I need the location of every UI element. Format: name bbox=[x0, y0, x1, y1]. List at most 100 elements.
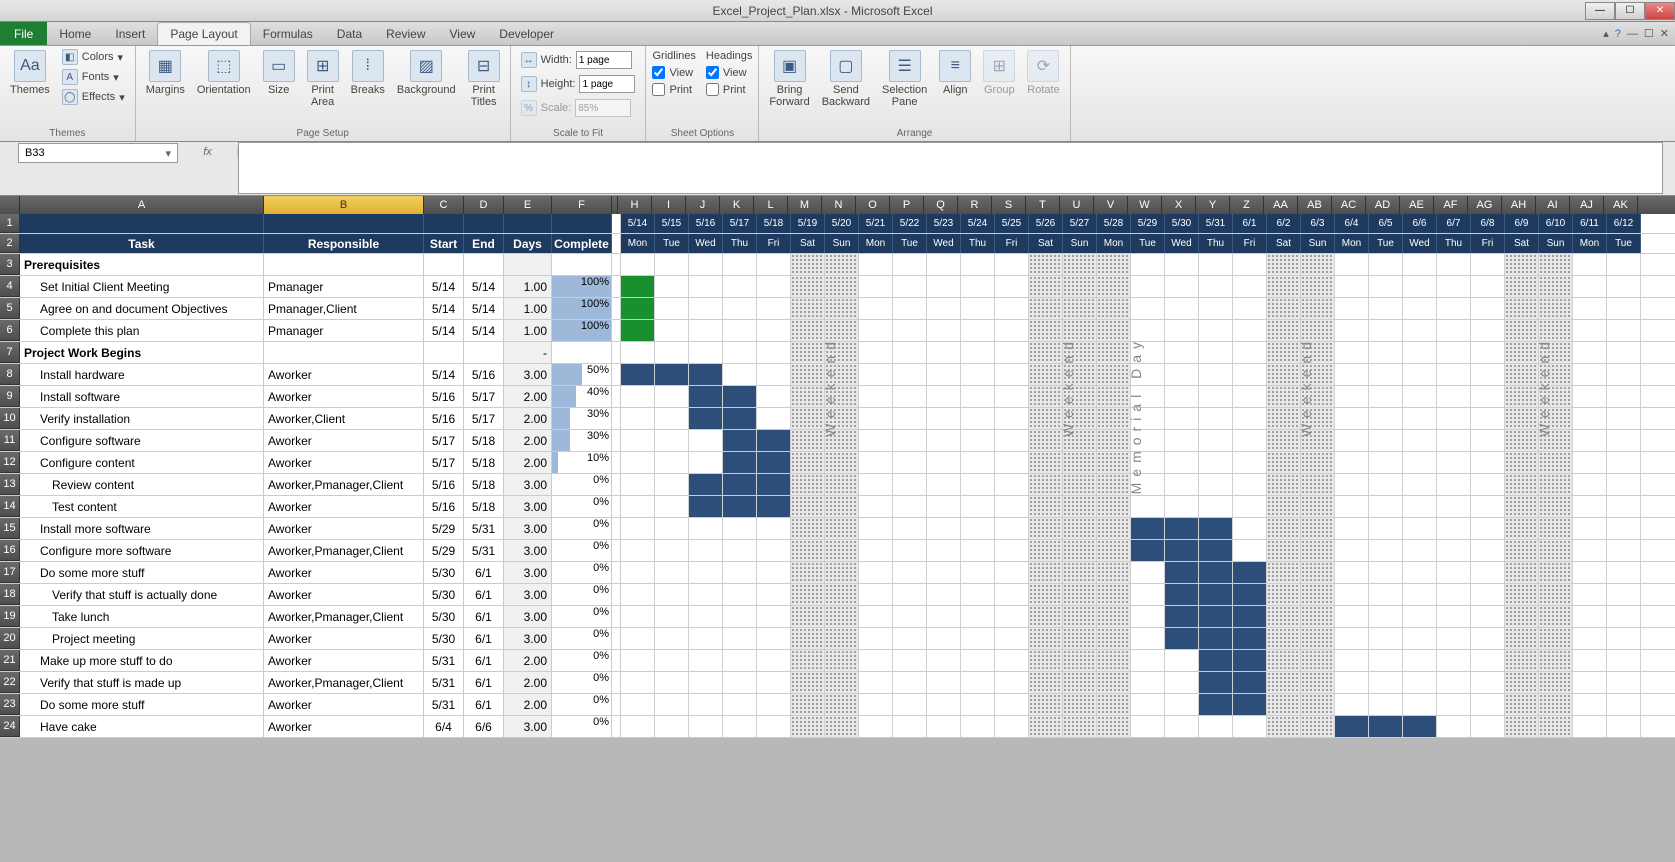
cell[interactable]: 5/25 bbox=[995, 214, 1029, 233]
gantt-cell[interactable] bbox=[1369, 298, 1403, 319]
row-7[interactable]: 7 bbox=[0, 342, 20, 363]
gantt-cell[interactable] bbox=[961, 518, 995, 539]
cell[interactable]: 0% bbox=[552, 496, 612, 517]
printtitles-button[interactable]: ⊟Print Titles bbox=[464, 48, 504, 110]
gantt-cell[interactable] bbox=[1233, 518, 1267, 539]
gantt-cell[interactable] bbox=[621, 474, 655, 495]
gantt-cell[interactable] bbox=[1403, 474, 1437, 495]
cell[interactable]: 5/23 bbox=[927, 214, 961, 233]
gantt-cell[interactable] bbox=[1573, 650, 1607, 671]
gantt-cell[interactable] bbox=[1403, 408, 1437, 429]
minimize-button[interactable]: — bbox=[1585, 2, 1615, 20]
cell[interactable]: 5/14 bbox=[464, 276, 504, 297]
ribbon-minimize-icon[interactable]: ▴ bbox=[1603, 27, 1609, 40]
gantt-cell[interactable] bbox=[1335, 452, 1369, 473]
gantt-cell[interactable] bbox=[1403, 584, 1437, 605]
cell[interactable]: Verify that stuff is made up bbox=[20, 672, 264, 693]
gantt-cell[interactable] bbox=[621, 496, 655, 517]
tab-page-layout[interactable]: Page Layout bbox=[157, 22, 250, 45]
gantt-cell[interactable] bbox=[1573, 584, 1607, 605]
gantt-cell[interactable] bbox=[1029, 474, 1063, 495]
gantt-cell[interactable] bbox=[825, 562, 859, 583]
gantt-cell[interactable] bbox=[1165, 342, 1199, 363]
cell[interactable]: 5/26 bbox=[1029, 214, 1063, 233]
gantt-cell[interactable] bbox=[791, 518, 825, 539]
cell[interactable] bbox=[612, 386, 621, 407]
cell[interactable]: 6/9 bbox=[1505, 214, 1539, 233]
gantt-cell[interactable] bbox=[1199, 562, 1233, 583]
gantt-cell[interactable] bbox=[1335, 364, 1369, 385]
gantt-cell[interactable] bbox=[757, 584, 791, 605]
gantt-cell[interactable] bbox=[927, 650, 961, 671]
cell[interactable]: 0% bbox=[552, 650, 612, 671]
col-S[interactable]: S bbox=[992, 196, 1026, 214]
gantt-cell[interactable] bbox=[893, 298, 927, 319]
cell[interactable]: Fri bbox=[1471, 234, 1505, 253]
cell[interactable]: 5/16 bbox=[689, 214, 723, 233]
gantt-cell[interactable] bbox=[859, 254, 893, 275]
cell[interactable]: 2.00 bbox=[504, 386, 552, 407]
gantt-cell[interactable] bbox=[1165, 452, 1199, 473]
cell[interactable]: 100% bbox=[552, 298, 612, 319]
gantt-cell[interactable] bbox=[1505, 430, 1539, 451]
gantt-cell[interactable] bbox=[1131, 298, 1165, 319]
cell[interactable]: 6/3 bbox=[1301, 214, 1335, 233]
col-A[interactable]: A bbox=[20, 196, 264, 214]
cell[interactable]: 6/1 bbox=[464, 694, 504, 715]
cell[interactable]: Sun bbox=[1301, 234, 1335, 253]
gantt-cell[interactable] bbox=[1403, 562, 1437, 583]
gantt-cell[interactable] bbox=[1165, 430, 1199, 451]
gantt-cell[interactable] bbox=[1539, 694, 1573, 715]
col-Z[interactable]: Z bbox=[1230, 196, 1264, 214]
tab-review[interactable]: Review bbox=[374, 22, 437, 45]
gantt-cell[interactable] bbox=[1063, 584, 1097, 605]
gantt-cell[interactable] bbox=[1199, 606, 1233, 627]
col-H[interactable]: H bbox=[618, 196, 652, 214]
gantt-cell[interactable] bbox=[1267, 672, 1301, 693]
col-AI[interactable]: AI bbox=[1536, 196, 1570, 214]
gantt-cell[interactable] bbox=[961, 342, 995, 363]
gantt-cell[interactable] bbox=[961, 606, 995, 627]
cell[interactable]: 6/6 bbox=[464, 716, 504, 737]
gantt-cell[interactable] bbox=[1063, 562, 1097, 583]
gantt-cell[interactable] bbox=[1097, 276, 1131, 297]
gantt-cell[interactable] bbox=[1539, 628, 1573, 649]
gantt-cell[interactable] bbox=[927, 716, 961, 737]
gantt-cell[interactable] bbox=[927, 276, 961, 297]
row-12[interactable]: 12 bbox=[0, 452, 20, 473]
cell[interactable]: Install software bbox=[20, 386, 264, 407]
cell[interactable]: Review content bbox=[20, 474, 264, 495]
cell[interactable]: Aworker bbox=[264, 716, 424, 737]
gantt-cell[interactable] bbox=[655, 452, 689, 473]
cell[interactable]: Thu bbox=[961, 234, 995, 253]
gantt-cell[interactable] bbox=[791, 628, 825, 649]
gantt-cell[interactable] bbox=[825, 672, 859, 693]
cell[interactable]: 5/18 bbox=[464, 496, 504, 517]
gantt-cell[interactable] bbox=[1335, 650, 1369, 671]
col-AG[interactable]: AG bbox=[1468, 196, 1502, 214]
cell[interactable]: 3.00 bbox=[504, 364, 552, 385]
gantt-cell[interactable] bbox=[723, 452, 757, 473]
gantt-cell[interactable] bbox=[927, 540, 961, 561]
gantt-cell[interactable] bbox=[621, 386, 655, 407]
gantt-cell[interactable] bbox=[1573, 364, 1607, 385]
gantt-cell[interactable] bbox=[1539, 496, 1573, 517]
gantt-cell[interactable] bbox=[1471, 452, 1505, 473]
gantt-cell[interactable] bbox=[1505, 716, 1539, 737]
colors-button[interactable]: ◧Colors ▾ bbox=[58, 48, 129, 66]
cell[interactable]: Aworker bbox=[264, 628, 424, 649]
cell[interactable]: 0% bbox=[552, 694, 612, 715]
gantt-cell[interactable] bbox=[1165, 540, 1199, 561]
cell[interactable]: 5/14 bbox=[464, 298, 504, 319]
cell[interactable]: Wed bbox=[927, 234, 961, 253]
gantt-cell[interactable] bbox=[1607, 562, 1641, 583]
gantt-cell[interactable] bbox=[1471, 518, 1505, 539]
gantt-cell[interactable] bbox=[1233, 320, 1267, 341]
col-AC[interactable]: AC bbox=[1332, 196, 1366, 214]
gantt-cell[interactable] bbox=[1267, 650, 1301, 671]
doc-close-icon[interactable]: ✕ bbox=[1660, 27, 1669, 40]
row-9[interactable]: 9 bbox=[0, 386, 20, 407]
gantt-cell[interactable] bbox=[757, 342, 791, 363]
gantt-cell[interactable] bbox=[1505, 364, 1539, 385]
gantt-cell[interactable] bbox=[825, 342, 859, 363]
